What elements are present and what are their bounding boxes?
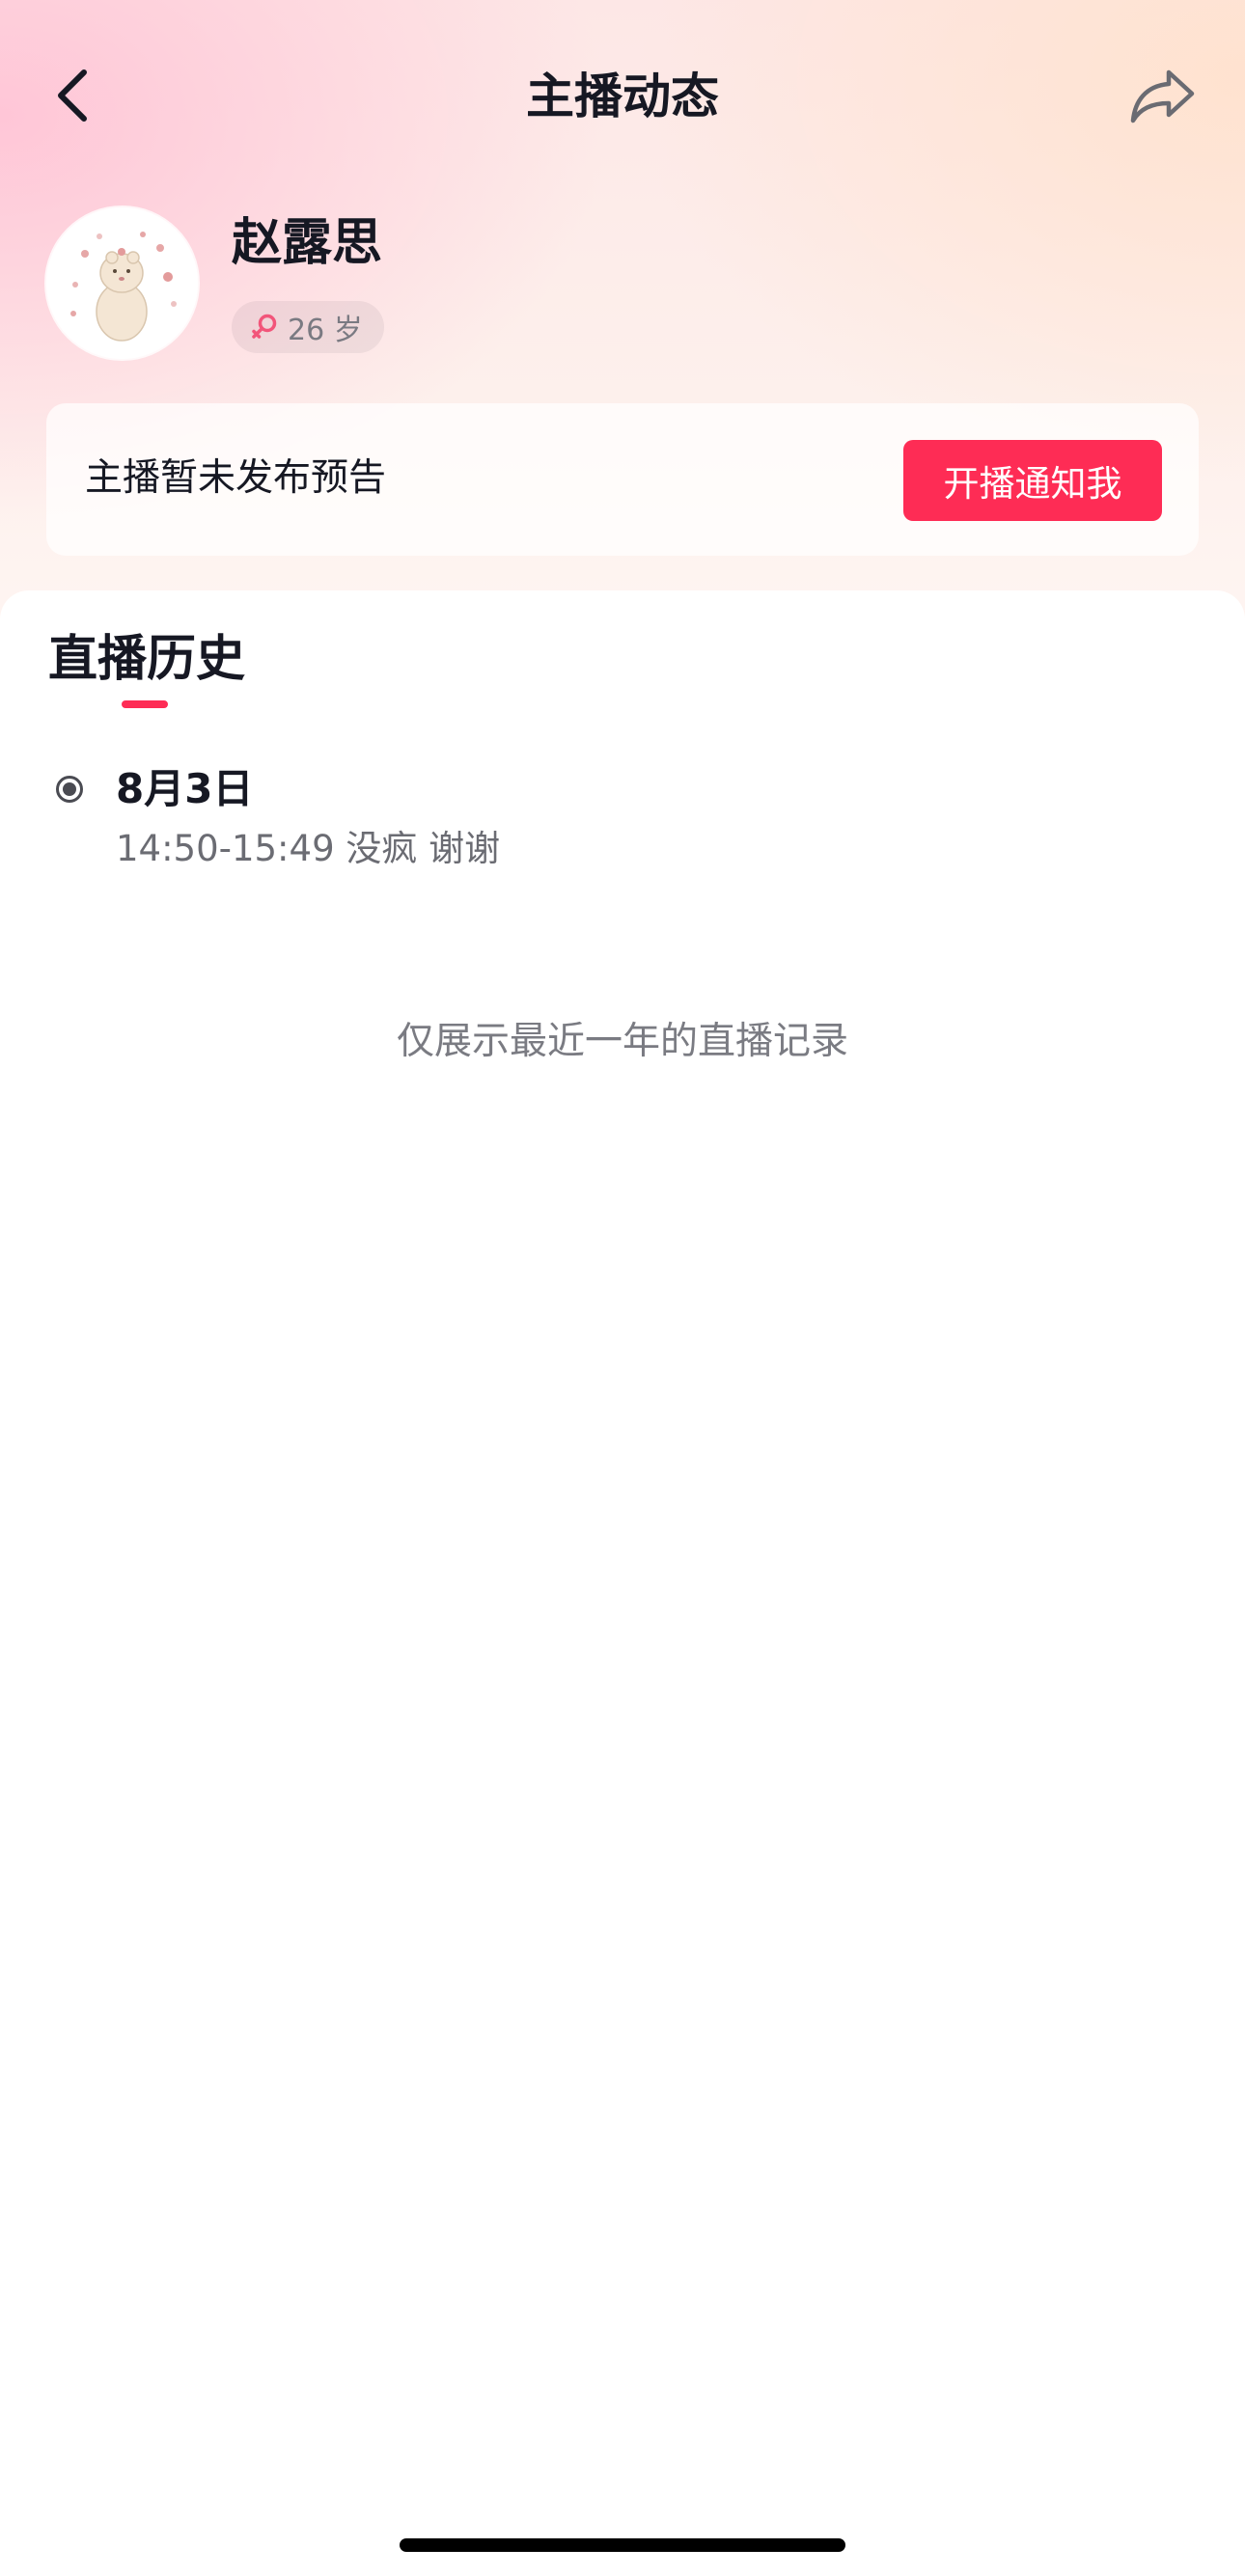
notify-me-button[interactable]: 开播通知我: [903, 440, 1162, 521]
tab-indicator: [122, 700, 168, 708]
page-title: 主播动态: [526, 69, 719, 124]
age-text: 26 岁: [288, 314, 363, 347]
home-indicator[interactable]: [400, 2538, 845, 2552]
history-item[interactable]: 8月3日 14:50-15:49 没疯 谢谢: [48, 745, 1197, 870]
history-detail: 14:50-15:49 没疯 谢谢: [116, 828, 501, 869]
share-button[interactable]: [1124, 62, 1202, 129]
footer-note: 仅展示最近一年的直播记录: [396, 1020, 848, 1063]
avatar-image: [46, 207, 198, 359]
history-date: 8月3日: [116, 765, 254, 812]
notice-text: 主播暂未发布预告: [85, 456, 387, 500]
section-title: 直播历史: [48, 631, 246, 688]
preview-notice-card: 主播暂未发布预告 开播通知我: [46, 403, 1199, 556]
streamer-name: 赵露思: [232, 214, 383, 272]
share-arrow-icon: [1130, 69, 1195, 123]
female-icon: [252, 314, 277, 339]
avatar[interactable]: [46, 207, 198, 359]
chevron-left-icon: [58, 69, 87, 122]
live-dot-icon: [56, 776, 83, 803]
back-button[interactable]: [39, 62, 106, 129]
age-badge: 26 岁: [232, 301, 384, 353]
history-panel: 直播历史 8月3日 14:50-15:49 没疯 谢谢 仅展示最近一年的直播记录: [0, 590, 1245, 2576]
top-bar: 主播动态: [0, 58, 1245, 135]
